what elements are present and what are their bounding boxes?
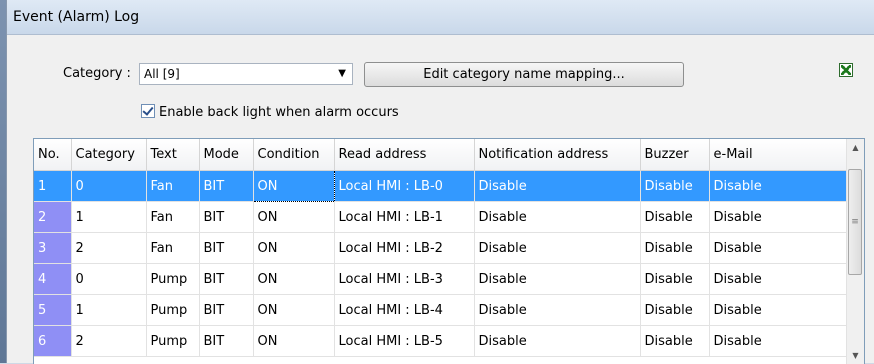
cell-condition[interactable]: ON	[253, 325, 335, 357]
header-category[interactable]: Category	[71, 139, 147, 171]
excel-export-icon[interactable]	[839, 63, 853, 77]
cell-condition[interactable]: ON	[253, 201, 335, 233]
category-value: All [9]	[144, 67, 180, 81]
cell-notification-address[interactable]: Disable	[474, 325, 641, 357]
header-text[interactable]: Text	[146, 139, 200, 171]
edit-category-mapping-button[interactable]: Edit category name mapping...	[364, 62, 684, 87]
cell-email[interactable]: Disable	[709, 325, 848, 357]
cell-no[interactable]: 5	[34, 294, 72, 326]
cell-mode[interactable]: BIT	[199, 201, 254, 233]
table-row[interactable]: 6 2 Pump BIT ON Local HMI : LB-5 Disable Disabl…	[34, 325, 848, 357]
cell-email[interactable]: Disable	[709, 263, 848, 295]
cell-mode[interactable]: BIT	[199, 325, 254, 357]
cell-no[interactable]: 1	[34, 170, 72, 202]
cell-email[interactable]: Disable	[709, 170, 848, 202]
cell-condition[interactable]: ON	[252, 170, 335, 202]
cell-mode[interactable]: BIT	[199, 170, 254, 202]
table-row[interactable]: 4 0 Pump BIT ON Local HMI : LB-3 Disable Disabl…	[34, 263, 848, 295]
cell-email[interactable]: Disable	[709, 201, 848, 233]
alarm-table: No. Category Text Mode Condition Read address…	[33, 138, 865, 364]
table-row[interactable]: 5 1 Pump BIT ON Local HMI : LB-4 Disable Disabl…	[34, 294, 848, 326]
cell-notification-address[interactable]: Disable	[474, 294, 641, 326]
cell-buzzer[interactable]: Disable	[640, 294, 710, 326]
cell-category[interactable]: 2	[71, 325, 147, 357]
table-row[interactable]: 2 1 Fan BIT ON Local HMI : LB-1 Disable Disable…	[34, 201, 848, 233]
scroll-down-icon[interactable]: ▼	[847, 347, 864, 364]
cell-read-address[interactable]: Local HMI : LB-5	[334, 325, 475, 357]
cell-notification-address[interactable]: Disable	[474, 170, 641, 202]
header-notification-address[interactable]: Notification address	[474, 139, 641, 171]
cell-mode[interactable]: BIT	[199, 294, 254, 326]
cell-category[interactable]: 2	[71, 232, 147, 264]
cell-mode[interactable]: BIT	[199, 232, 254, 264]
alarm-grid: No. Category Text Mode Condition Read address…	[34, 139, 848, 357]
cell-mode[interactable]: BIT	[199, 263, 254, 295]
cell-category[interactable]: 1	[71, 294, 147, 326]
header-condition[interactable]: Condition	[253, 139, 335, 171]
cell-read-address[interactable]: Local HMI : LB-1	[334, 201, 475, 233]
category-label: Category :	[63, 66, 131, 81]
backlight-checkbox[interactable]	[141, 104, 155, 118]
cell-buzzer[interactable]: Disable	[640, 170, 710, 202]
header-mode[interactable]: Mode	[199, 139, 254, 171]
scroll-thumb[interactable]: ≡	[848, 169, 862, 275]
cell-email[interactable]: Disable	[709, 294, 848, 326]
cell-buzzer[interactable]: Disable	[640, 232, 710, 264]
scroll-up-icon[interactable]: ▲	[847, 139, 864, 156]
category-dropdown[interactable]: All [9] ▼	[139, 63, 353, 85]
table-row[interactable]: 1 0 Fan BIT ON Local HMI : LB-0 Disable Disable…	[34, 170, 848, 202]
event-alarm-log-window: Event (Alarm) Log Category : All [9] ▼ E…	[6, 0, 874, 364]
cell-buzzer[interactable]: Disable	[640, 263, 710, 295]
header-no[interactable]: No.	[34, 139, 72, 171]
cell-category[interactable]: 0	[71, 263, 147, 295]
cell-text[interactable]: Pump	[146, 263, 200, 295]
cell-category[interactable]: 0	[71, 170, 147, 202]
cell-read-address[interactable]: Local HMI : LB-4	[334, 294, 475, 326]
dropdown-arrow-icon: ▼	[338, 68, 346, 79]
window-title: Event (Alarm) Log	[7, 0, 874, 35]
cell-text[interactable]: Fan	[146, 201, 200, 233]
cell-category[interactable]: 1	[71, 201, 147, 233]
table-header: No. Category Text Mode Condition Read address…	[34, 139, 848, 171]
cell-no[interactable]: 2	[34, 201, 72, 233]
header-buzzer[interactable]: Buzzer	[640, 139, 710, 171]
cell-read-address[interactable]: Local HMI : LB-0	[334, 170, 475, 202]
cell-text[interactable]: Fan	[146, 170, 200, 202]
cell-notification-address[interactable]: Disable	[474, 232, 641, 264]
table-row[interactable]: 3 2 Fan BIT ON Local HMI : LB-2 Disable Disable…	[34, 232, 848, 264]
cell-no[interactable]: 3	[34, 232, 72, 264]
cell-buzzer[interactable]: Disable	[640, 201, 710, 233]
vertical-scrollbar[interactable]: ▲ ≡ ▼	[846, 139, 864, 364]
cell-text[interactable]: Pump	[146, 325, 200, 357]
backlight-label: Enable back light when alarm occurs	[159, 105, 399, 120]
cell-read-address[interactable]: Local HMI : LB-2	[334, 232, 475, 264]
cell-notification-address[interactable]: Disable	[474, 263, 641, 295]
header-read-address[interactable]: Read address	[334, 139, 475, 171]
cell-read-address[interactable]: Local HMI : LB-3	[334, 263, 475, 295]
cell-text[interactable]: Fan	[146, 232, 200, 264]
cell-text[interactable]: Pump	[146, 294, 200, 326]
cell-email[interactable]: Disable	[709, 232, 848, 264]
cell-no[interactable]: 4	[34, 263, 72, 295]
backlight-option[interactable]: Enable back light when alarm occurs	[141, 104, 399, 120]
cell-no[interactable]: 6	[34, 325, 72, 357]
cell-buzzer[interactable]: Disable	[640, 325, 710, 357]
cell-condition[interactable]: ON	[253, 294, 335, 326]
cell-condition[interactable]: ON	[253, 232, 335, 264]
cell-condition[interactable]: ON	[253, 263, 335, 295]
header-email[interactable]: e-Mail	[709, 139, 848, 171]
cell-notification-address[interactable]: Disable	[474, 201, 641, 233]
